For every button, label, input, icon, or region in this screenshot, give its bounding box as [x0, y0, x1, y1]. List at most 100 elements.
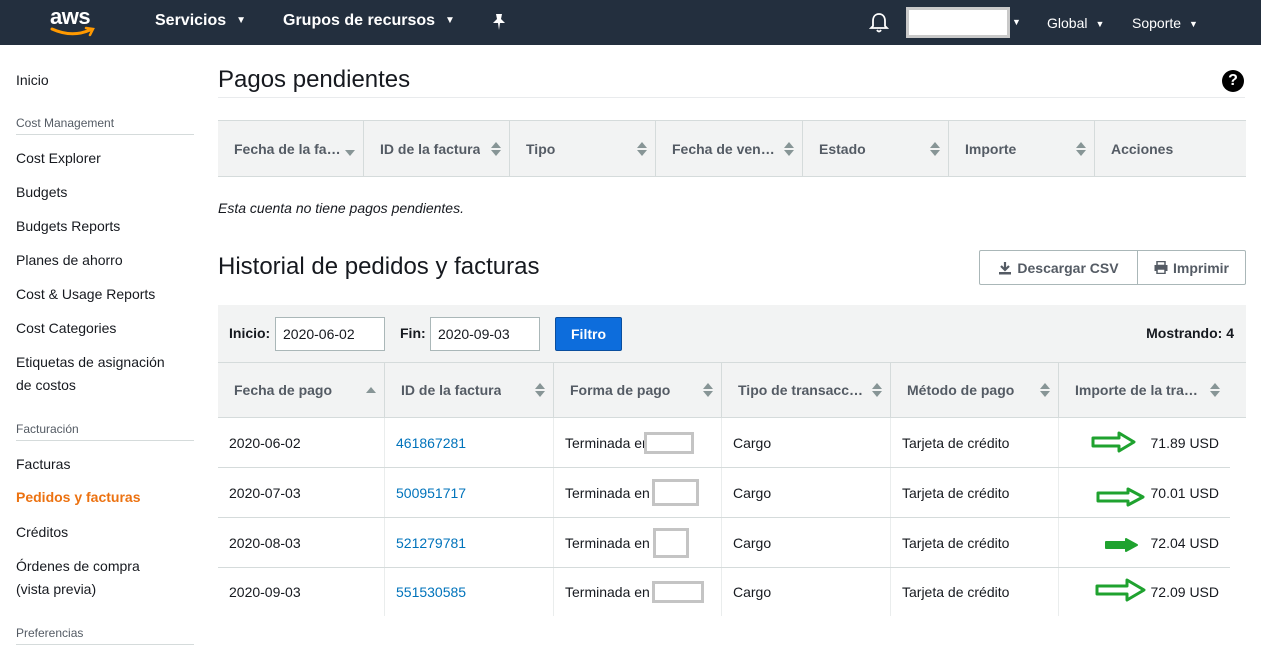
chevron-down-icon: ▼: [236, 15, 247, 26]
column-label: Fecha de la fa…: [234, 140, 341, 157]
history-col-payment-method[interactable]: Método de pago: [891, 363, 1059, 417]
resource-groups-label: Grupos de recursos: [283, 12, 436, 29]
payment-form-text: Terminada en: [565, 534, 650, 551]
end-date-input[interactable]: 2020-09-03: [430, 317, 540, 351]
payment-method-cell: Tarjeta de crédito: [891, 418, 1059, 467]
resource-groups-menu[interactable]: Grupos de recursos ▼: [283, 12, 455, 30]
history-title: Historial de pedidos y facturas: [218, 253, 540, 280]
pending-col-invoice-id[interactable]: ID de la factura: [364, 121, 510, 176]
invoice-link[interactable]: 500951717: [396, 485, 466, 501]
history-col-payment-date[interactable]: Fecha de pago: [218, 363, 385, 417]
sidebar-item-purchase-orders-line2[interactable]: (vista previa): [16, 578, 96, 601]
account-menu[interactable]: [906, 7, 1010, 38]
download-icon: [999, 261, 1012, 274]
print-icon: [1154, 261, 1168, 274]
sidebar-item-credits[interactable]: Créditos: [16, 521, 68, 544]
transaction-type-cell: Cargo: [722, 518, 891, 567]
sidebar-item-cost-usage-reports[interactable]: Cost & Usage Reports: [16, 283, 155, 306]
redacted-card-digits: [651, 479, 699, 506]
sidebar-item-purchase-orders[interactable]: Órdenes de compra: [16, 555, 140, 578]
help-icon[interactable]: ?: [1222, 70, 1244, 92]
pending-col-invoice-date[interactable]: Fecha de la fa…: [218, 121, 364, 176]
sort-icon: [491, 141, 501, 157]
chevron-down-icon: ▼: [1189, 19, 1198, 29]
column-label: ID de la factura: [401, 382, 502, 398]
table-row: 2020-07-03 500951717 Terminada en Cargo …: [218, 468, 1230, 518]
sort-icon: [930, 141, 940, 157]
filter-bar: Inicio: 2020-06-02 Fin: 2020-09-03 Filtr…: [218, 305, 1246, 363]
history-col-transaction-amount[interactable]: Importe de la tra…: [1059, 363, 1246, 417]
pending-table-header: Fecha de la fa… ID de la factura Tipo Fe…: [218, 120, 1246, 177]
redacted-card-digits: [643, 431, 694, 454]
support-menu[interactable]: Soporte ▼: [1132, 15, 1198, 31]
invoice-link[interactable]: 521279781: [396, 535, 466, 551]
transaction-type-cell: Cargo: [722, 418, 891, 467]
end-date-label: Fin:: [400, 325, 426, 341]
filter-button[interactable]: Filtro: [555, 317, 622, 351]
sort-icon: [1076, 141, 1086, 157]
sidebar-item-cost-explorer[interactable]: Cost Explorer: [16, 147, 101, 170]
start-date-input[interactable]: 2020-06-02: [275, 317, 385, 351]
sidebar-item-invoices[interactable]: Facturas: [16, 453, 70, 476]
invoice-link[interactable]: 551530585: [396, 584, 466, 600]
column-label: Forma de pago: [570, 382, 671, 398]
annotation-arrow-icon: [1091, 431, 1136, 453]
sort-icon: [1210, 382, 1220, 398]
region-menu[interactable]: Global ▼: [1047, 15, 1104, 31]
pending-col-due-date[interactable]: Fecha de ven…: [656, 121, 803, 176]
payment-form-cell: Terminada en: [554, 518, 722, 567]
payment-method-cell: Tarjeta de crédito: [891, 468, 1059, 517]
sidebar-item-budgets[interactable]: Budgets: [16, 181, 67, 204]
invoice-link[interactable]: 461867281: [396, 435, 466, 451]
history-col-transaction-type[interactable]: Tipo de transacc…: [722, 363, 891, 417]
history-table-header: Fecha de pago ID de la factura Forma de …: [218, 362, 1246, 418]
aws-logo[interactable]: aws: [48, 4, 100, 40]
column-label: Acciones: [1111, 140, 1174, 157]
annotation-arrow-icon: [1095, 578, 1146, 602]
column-label: Estado: [819, 140, 866, 157]
pin-icon[interactable]: [491, 13, 507, 36]
amount-cell: 72.04 USD: [1150, 534, 1219, 551]
print-label: Imprimir: [1172, 259, 1229, 276]
sidebar-section-preferences: Preferencias: [16, 626, 194, 645]
sidebar-item-orders-invoices[interactable]: Pedidos y facturas: [16, 486, 141, 509]
region-label: Global: [1047, 15, 1088, 31]
chevron-down-icon[interactable]: ▼: [1012, 17, 1021, 27]
sidebar-item-cost-allocation-tags-line2[interactable]: de costos: [16, 374, 76, 397]
amount-cell: 71.89 USD: [1150, 434, 1219, 451]
print-button[interactable]: Imprimir: [1137, 250, 1246, 285]
payment-date-cell: 2020-08-03: [218, 518, 385, 567]
download-csv-button[interactable]: Descargar CSV: [979, 250, 1138, 285]
pending-col-actions: Acciones: [1095, 121, 1246, 176]
title-divider: [218, 97, 1245, 98]
sort-icon: [366, 382, 376, 398]
bell-icon[interactable]: [868, 12, 890, 38]
services-menu[interactable]: Servicios ▼: [155, 12, 246, 30]
sidebar-item-cost-allocation-tags[interactable]: Etiquetas de asignación: [16, 351, 165, 374]
pending-col-status[interactable]: Estado: [803, 121, 949, 176]
history-col-invoice-id[interactable]: ID de la factura: [385, 363, 554, 417]
pending-col-type[interactable]: Tipo: [510, 121, 656, 176]
invoice-id-cell: 461867281: [385, 418, 554, 467]
payment-method-cell: Tarjeta de crédito: [891, 518, 1059, 567]
services-label: Servicios: [155, 12, 227, 29]
payment-form-text: Terminada en: [565, 584, 650, 600]
download-csv-label: Descargar CSV: [1017, 259, 1119, 276]
sidebar-item-savings-plans[interactable]: Planes de ahorro: [16, 249, 123, 272]
sidebar-item-home[interactable]: Inicio: [16, 69, 49, 92]
support-label: Soporte: [1132, 15, 1182, 31]
history-col-payment-form[interactable]: Forma de pago: [554, 363, 722, 417]
sidebar-item-cost-categories[interactable]: Cost Categories: [16, 317, 116, 340]
sort-icon: [637, 141, 647, 157]
sort-icon: [535, 382, 545, 398]
pending-col-amount[interactable]: Importe: [949, 121, 1095, 176]
payment-form-cell: Terminada en: [554, 468, 722, 517]
payment-form-cell: Terminada en: [554, 568, 722, 616]
transaction-type-cell: Cargo: [722, 568, 891, 616]
sort-icon: [784, 141, 794, 157]
sort-icon: [703, 382, 713, 398]
start-date-label: Inicio:: [229, 325, 271, 341]
sidebar-item-budgets-reports[interactable]: Budgets Reports: [16, 215, 120, 238]
sidebar: Inicio Cost Management Cost Explorer Bud…: [0, 45, 200, 666]
payment-date-cell: 2020-07-03: [218, 468, 385, 517]
